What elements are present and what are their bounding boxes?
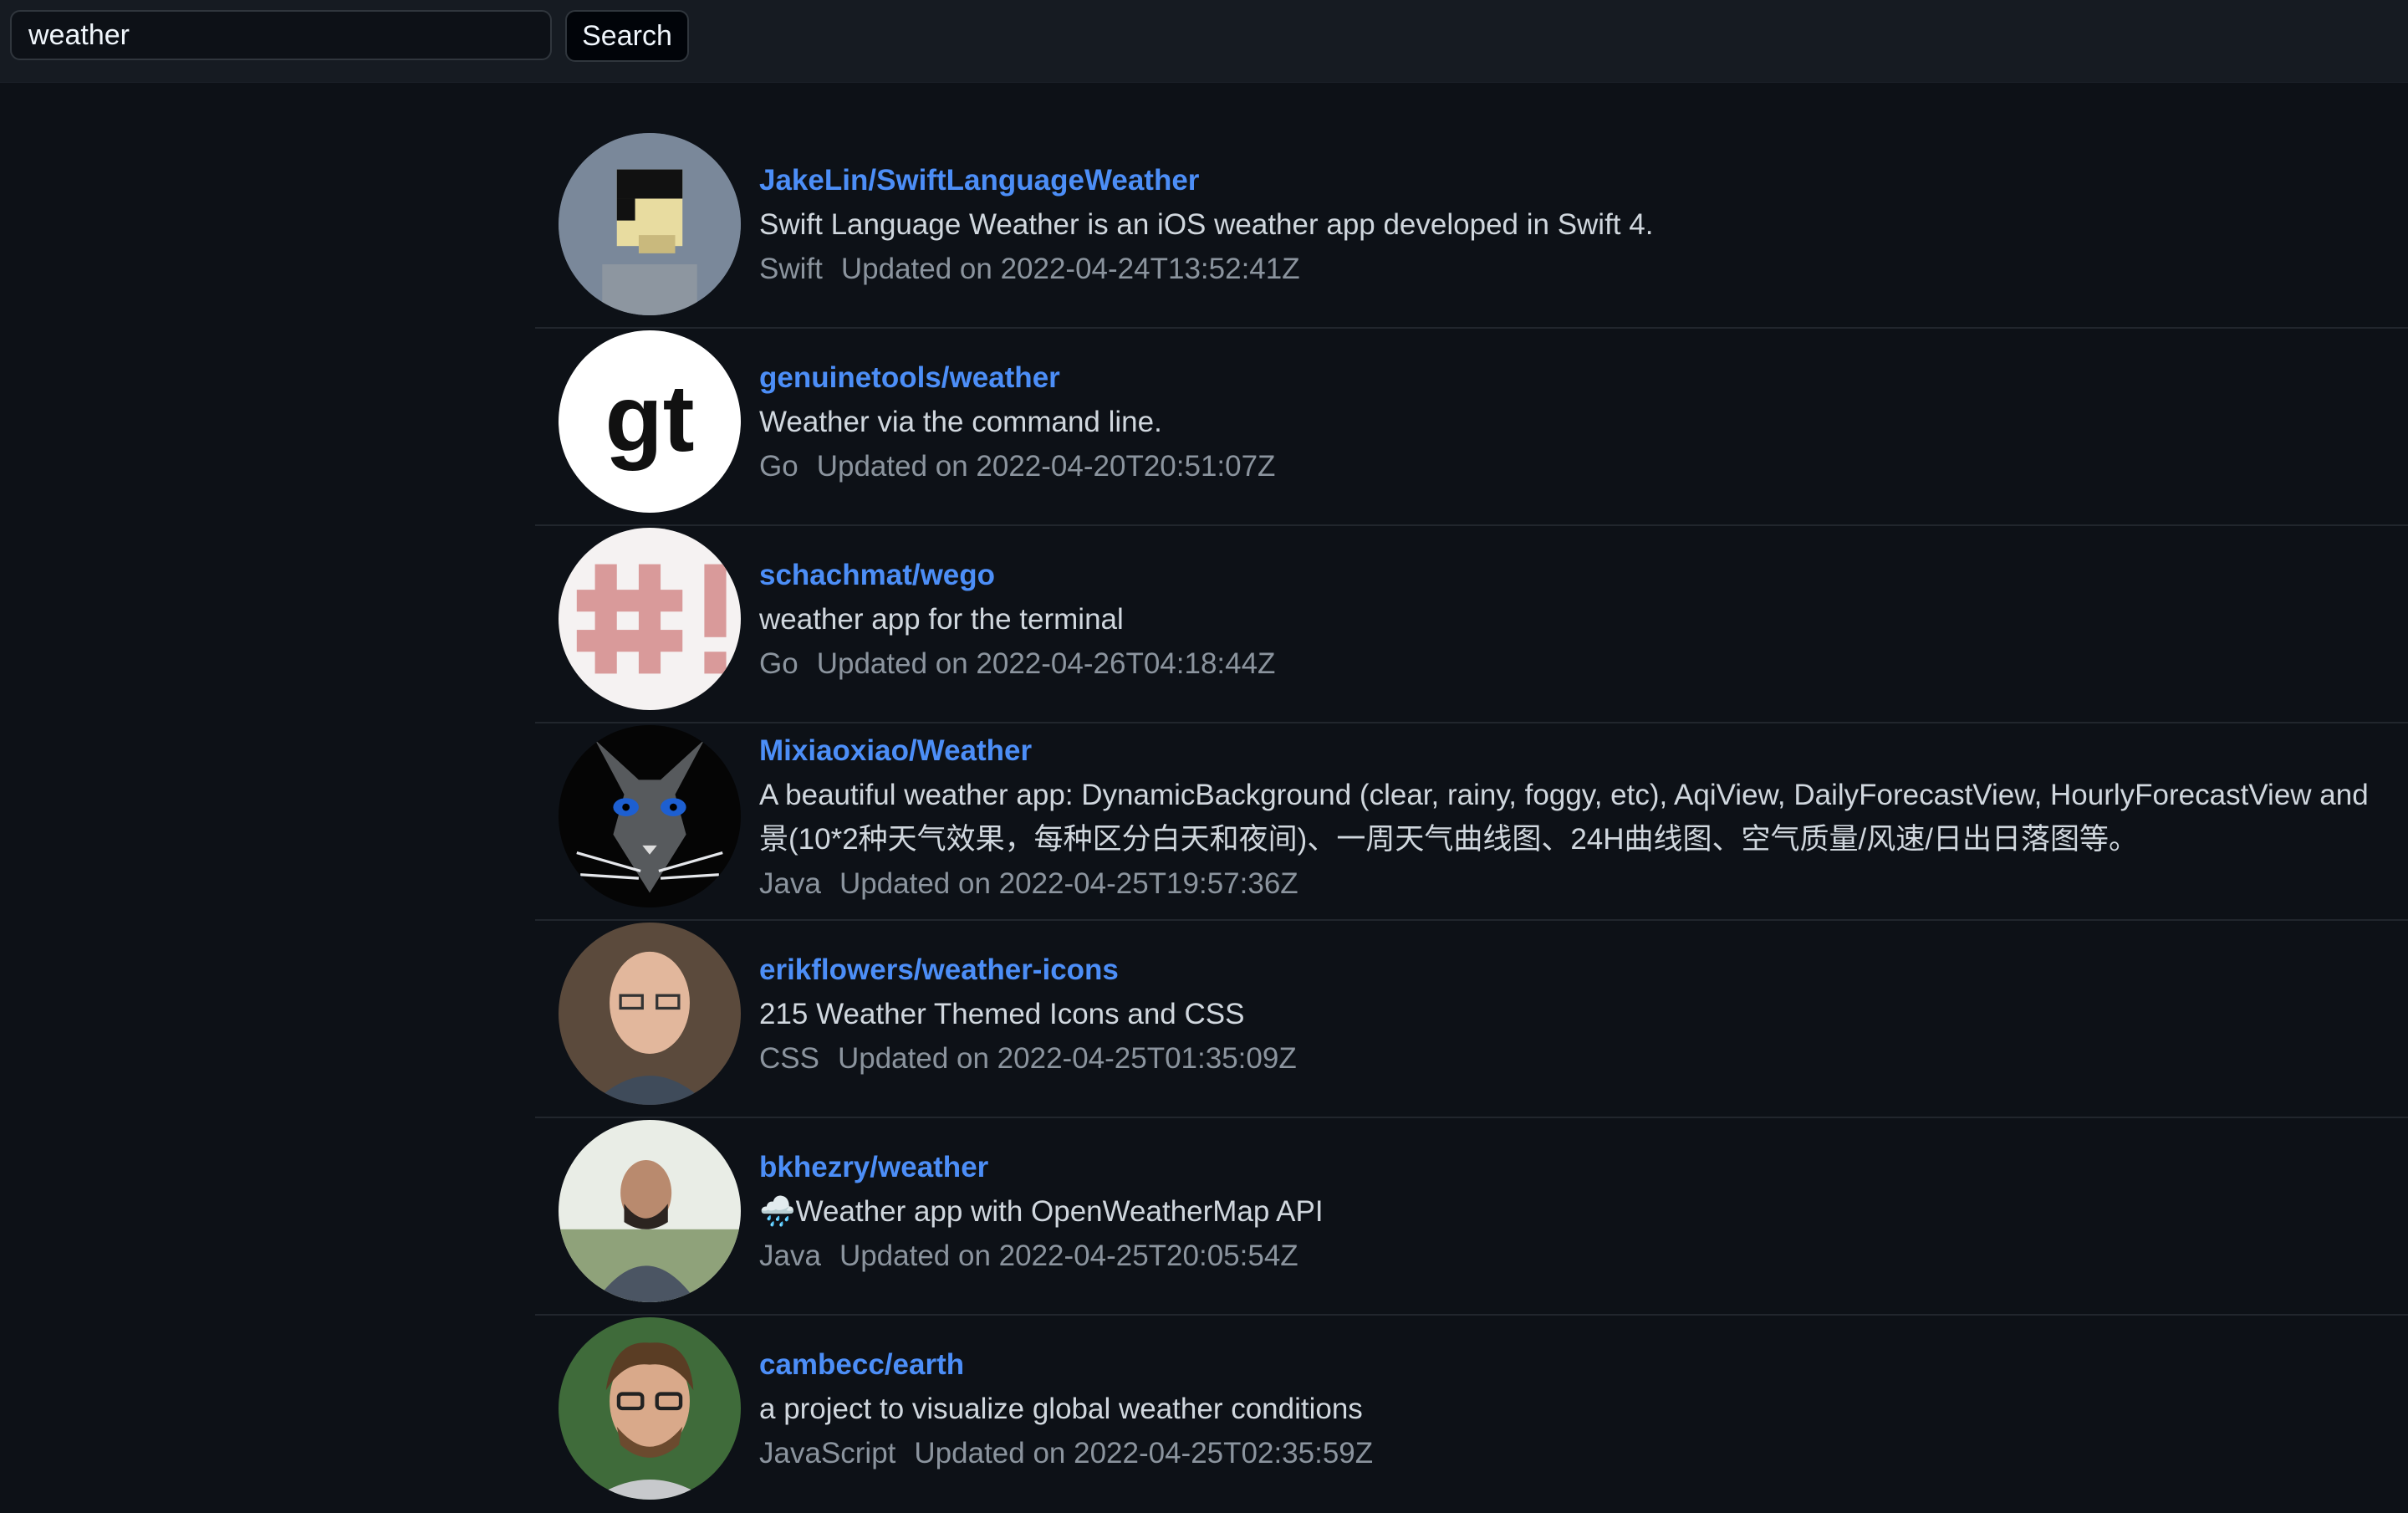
list-item: Mixiaoxiao/Weather A beautiful weather a…	[535, 723, 2408, 921]
repo-description: A beautiful weather app: DynamicBackgrou…	[759, 779, 2369, 856]
repo-updated: Updated on 2022-04-25T20:05:54Z	[839, 1240, 1298, 1272]
repo-meta: CSS Updated on 2022-04-25T01:35:09Z	[759, 1036, 2408, 1081]
repo-description: 🌧️Weather app with OpenWeatherMap API	[759, 1195, 1324, 1228]
repo-updated: Updated on 2022-04-24T13:52:41Z	[840, 253, 1300, 285]
repo-language: JavaScript	[759, 1437, 896, 1470]
repo-language: Java	[759, 867, 821, 900]
repo-updated: Updated on 2022-04-25T02:35:59Z	[914, 1437, 1374, 1470]
repo-updated: Updated on 2022-04-25T01:35:09Z	[837, 1042, 1297, 1075]
list-item: cambecc/earth a project to visualize glo…	[535, 1316, 2408, 1513]
cat-photo-avatar[interactable]	[559, 725, 741, 907]
repo-updated: Updated on 2022-04-20T20:51:07Z	[816, 450, 1276, 483]
repo-language: Swift	[759, 253, 823, 285]
repo-meta: Java Updated on 2022-04-25T19:57:36Z	[759, 861, 2408, 906]
person-photo-avatar[interactable]	[559, 1120, 741, 1302]
repo-description: a project to visualize global weather co…	[759, 1393, 1363, 1425]
repo-updated: Updated on 2022-04-25T19:57:36Z	[839, 867, 1298, 900]
repo-description: Weather via the command line.	[759, 406, 1162, 438]
person-photo-avatar[interactable]	[559, 923, 741, 1105]
list-item: JakeLin/SwiftLanguageWeather Swift Langu…	[535, 131, 2408, 329]
repo-name-link[interactable]: schachmat/wego	[759, 553, 2408, 597]
repo-name-link[interactable]: Mixiaoxiao/Weather	[759, 728, 2408, 773]
repository-results-list: JakeLin/SwiftLanguageWeather Swift Langu…	[535, 131, 2408, 1513]
repo-name-link[interactable]: JakeLin/SwiftLanguageWeather	[759, 158, 2408, 202]
repo-description: weather app for the terminal	[759, 603, 1124, 636]
repo-language: CSS	[759, 1042, 819, 1075]
repo-name-link[interactable]: genuinetools/weather	[759, 355, 2408, 400]
gt-logo-avatar[interactable]: gt	[559, 330, 741, 513]
repo-language: Go	[759, 450, 798, 483]
search-button[interactable]: Search	[565, 10, 689, 62]
repo-description: 215 Weather Themed Icons and CSS	[759, 998, 1245, 1030]
repo-updated: Updated on 2022-04-26T04:18:44Z	[816, 647, 1276, 680]
repo-meta: Swift Updated on 2022-04-24T13:52:41Z	[759, 247, 2408, 291]
repo-name-link[interactable]: erikflowers/weather-icons	[759, 948, 2408, 992]
gt-logo-text: gt	[605, 365, 695, 472]
repo-name-link[interactable]: bkhezry/weather	[759, 1145, 2408, 1189]
list-item: bkhezry/weather 🌧️Weather app with OpenW…	[535, 1118, 2408, 1316]
hash-pattern-avatar[interactable]	[559, 528, 741, 710]
search-input[interactable]	[10, 10, 552, 60]
list-item: gt genuinetools/weather Weather via the …	[535, 329, 2408, 526]
repo-language: Java	[759, 1240, 821, 1272]
repo-name-link[interactable]: cambecc/earth	[759, 1342, 2408, 1387]
top-search-bar: Search	[0, 0, 2408, 83]
repo-meta: JavaScript Updated on 2022-04-25T02:35:59…	[759, 1431, 2408, 1475]
person-photo-avatar[interactable]	[559, 1317, 741, 1500]
pixel-person-avatar[interactable]	[559, 133, 741, 315]
repo-description: Swift Language Weather is an iOS weather…	[759, 208, 1654, 241]
repo-meta: Go Updated on 2022-04-26T04:18:44Z	[759, 641, 2408, 686]
repo-meta: Go Updated on 2022-04-20T20:51:07Z	[759, 444, 2408, 488]
list-item: erikflowers/weather-icons 215 Weather Th…	[535, 921, 2408, 1118]
list-item: schachmat/wego weather app for the termi…	[535, 526, 2408, 723]
repo-language: Go	[759, 647, 798, 680]
repo-meta: Java Updated on 2022-04-25T20:05:54Z	[759, 1234, 2408, 1278]
